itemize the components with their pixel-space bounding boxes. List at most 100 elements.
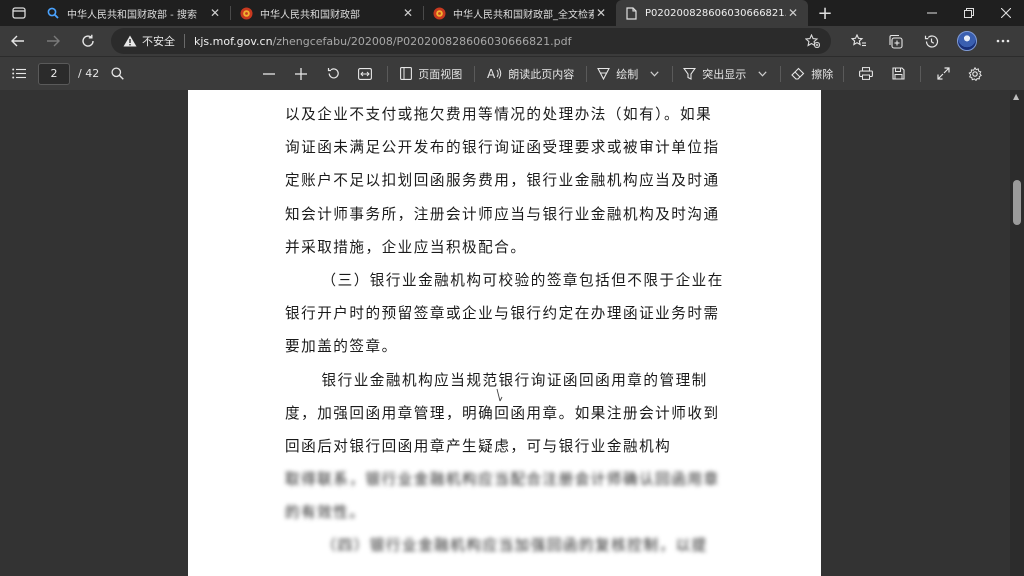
printer-icon — [859, 67, 874, 80]
collections-icon — [888, 34, 903, 49]
document-paragraph: （三）银行业金融机构可校验的签章包括但不限于企业在银行开户时的预留签章或企业与银… — [285, 272, 724, 356]
svg-text:A: A — [487, 67, 496, 80]
save-icon — [892, 67, 905, 80]
url-host: kjs.mof.gov.cn — [194, 34, 273, 48]
window-controls — [913, 0, 1024, 26]
erase-button[interactable]: 擦除 — [787, 57, 837, 91]
document-paragraph: 以及企业不支付或拖欠费用等情况的处理办法（如有）。如果询证函未满足公开发布的银行… — [285, 106, 720, 256]
favorites-icon — [851, 34, 866, 47]
site-security-button[interactable]: 不安全 — [123, 33, 175, 49]
address-bar[interactable]: 不安全 kjs.mof.gov.cn/zhengcefabu/202008/P0… — [111, 28, 831, 54]
refresh-icon — [81, 34, 94, 47]
document-paragraph: 银行业金融机构应当规范银行询证函回函用章的管理制度，加强回函用章管理，明确回函用… — [285, 371, 720, 456]
collections-button[interactable] — [877, 26, 913, 56]
history-button[interactable] — [913, 26, 949, 56]
toolbar-divider — [672, 65, 674, 82]
tab-title: 中华人民共和国财政部 - 搜索 — [67, 9, 197, 21]
document-text: 以及企业不支付或拖欠费用等情况的处理办法（如有）。如果询证函未满足公开发布的银行… — [285, 98, 725, 463]
close-icon[interactable]: ✕ — [594, 6, 608, 20]
toolbar-divider — [920, 65, 922, 82]
page-view-button[interactable]: 页面视图 — [394, 57, 468, 91]
vertical-scrollbar[interactable]: ▲ — [1010, 90, 1024, 576]
tab-search[interactable]: 中华人民共和国财政部 - 搜索 ✕ — [38, 0, 230, 26]
restore-icon — [963, 8, 974, 18]
page-view-icon — [400, 67, 413, 80]
toolbar-divider — [474, 65, 476, 82]
scrollbar-thumb[interactable] — [1013, 180, 1021, 225]
tab-strip: 中华人民共和国财政部 - 搜索 ✕ 中华人民共和国财政部 ✕ 中华人民共和国财政… — [0, 0, 1024, 26]
chevron-down-icon — [650, 70, 659, 77]
read-aloud-icon: A — [487, 67, 502, 80]
pdf-toolbar: / 42 页面视图 A 朗读此页内容 绘制 突出显示 — [0, 56, 1024, 90]
minus-icon — [263, 72, 276, 75]
full-screen-button[interactable] — [927, 57, 959, 91]
highlight-button[interactable]: 突出显示 — [679, 57, 750, 91]
zoom-out-button[interactable] — [253, 57, 285, 91]
pdf-settings-button[interactable] — [959, 57, 991, 91]
table-of-contents-icon — [12, 68, 26, 79]
toolbar-divider — [586, 65, 588, 82]
minimize-icon — [926, 12, 937, 14]
draw-button[interactable]: 绘制 — [593, 57, 642, 91]
close-window-button[interactable] — [987, 0, 1024, 26]
highlight-options-button[interactable] — [750, 57, 774, 91]
pdf-viewer[interactable]: 以及企业不支付或拖欠费用等情况的处理办法（如有）。如果询证函未满足公开发布的银行… — [0, 90, 1024, 576]
browser-actions — [841, 26, 1021, 56]
save-button[interactable] — [882, 57, 914, 91]
url-path: /zhengcefabu/202008/P0202008286060306668… — [272, 34, 572, 48]
highlighter-icon — [683, 67, 697, 80]
scroll-up-icon[interactable]: ▲ — [1013, 92, 1019, 101]
pdf-page: 以及企业不支付或拖欠费用等情况的处理办法（如有）。如果询证函未满足公开发布的银行… — [188, 90, 821, 576]
read-aloud-label: 朗读此页内容 — [508, 67, 575, 81]
tab-actions-icon — [12, 7, 26, 19]
close-icon — [1000, 8, 1011, 18]
find-button[interactable] — [99, 57, 135, 91]
contents-button[interactable] — [0, 57, 38, 91]
page-view-label: 页面视图 — [418, 67, 463, 81]
rotate-button[interactable] — [317, 57, 349, 91]
document-icon — [624, 6, 638, 20]
navigation-bar: 不安全 kjs.mof.gov.cn/zhengcefabu/202008/P0… — [0, 26, 1024, 56]
highlight-label: 突出显示 — [702, 67, 747, 81]
loading-blurred-text: 取得联系，银行业金融机构应当配合注册会计师确认回函用章的有效性。 （四）银行业金… — [285, 463, 725, 563]
arrow-right-icon — [46, 35, 60, 47]
new-tab-button[interactable]: + — [812, 0, 838, 26]
erase-label: 擦除 — [811, 67, 834, 81]
settings-more-button[interactable] — [985, 26, 1021, 56]
fit-to-page-button[interactable] — [349, 57, 381, 91]
tab-title: 中华人民共和国财政部_全文检索 — [453, 9, 594, 21]
zoom-in-button[interactable] — [285, 57, 317, 91]
tab-actions-button[interactable] — [0, 0, 38, 26]
toolbar-divider — [843, 65, 845, 82]
favorites-button[interactable] — [841, 26, 877, 56]
tab-mof-fulltext-search[interactable]: 中华人民共和国财政部_全文检索 ✕ — [424, 0, 616, 26]
close-icon[interactable]: ✕ — [786, 6, 800, 20]
toolbar-divider — [780, 65, 782, 82]
add-favorite-button[interactable] — [801, 30, 823, 52]
profile-button[interactable] — [949, 26, 985, 56]
rotate-icon — [327, 68, 339, 79]
url-text[interactable]: kjs.mof.gov.cn/zhengcefabu/202008/P02020… — [194, 35, 571, 48]
star-plus-icon — [804, 34, 820, 48]
tab-mof-home[interactable]: 中华人民共和国财政部 ✕ — [231, 0, 423, 26]
tab-pdf-active[interactable]: P020200828606030666821.pdf ✕ — [616, 0, 808, 26]
minimize-button[interactable] — [913, 0, 950, 26]
forward-button[interactable] — [35, 26, 70, 56]
back-button[interactable] — [0, 26, 35, 56]
close-icon[interactable]: ✕ — [401, 6, 415, 20]
restore-button[interactable] — [950, 0, 987, 26]
chevron-down-icon — [758, 70, 767, 77]
close-icon[interactable]: ✕ — [208, 6, 222, 20]
address-divider — [184, 34, 185, 48]
avatar — [957, 31, 977, 51]
read-aloud-button[interactable]: A 朗读此页内容 — [481, 57, 580, 91]
plus-icon — [295, 67, 308, 80]
page-count: / 42 — [78, 67, 100, 80]
more-icon — [996, 39, 1010, 43]
text-cursor-icon — [496, 388, 503, 402]
refresh-button[interactable] — [70, 26, 105, 56]
history-icon — [924, 34, 938, 48]
print-button[interactable] — [850, 57, 882, 91]
draw-options-button[interactable] — [642, 57, 666, 91]
page-number-input[interactable] — [38, 62, 70, 85]
